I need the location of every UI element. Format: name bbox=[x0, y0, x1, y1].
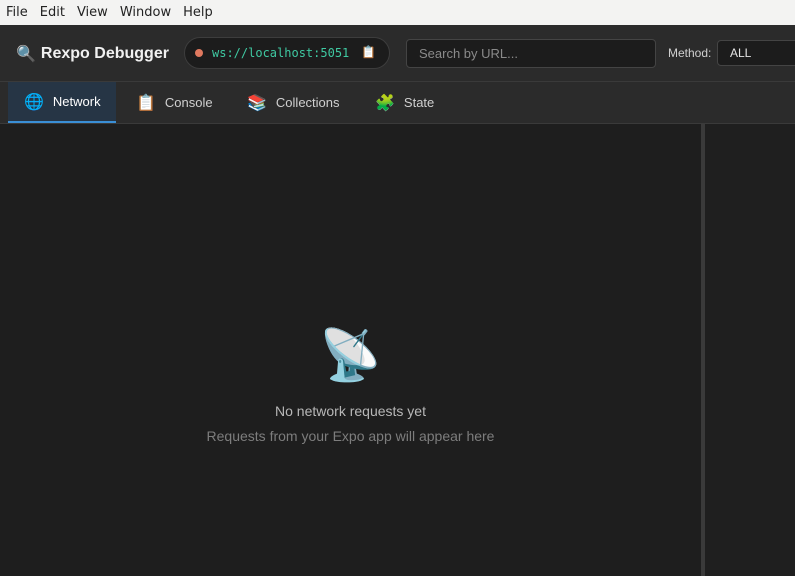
clipboard-icon: 📋 bbox=[136, 94, 156, 112]
empty-state-title: No network requests yet bbox=[275, 403, 426, 419]
app-title: Rexpo Debugger bbox=[40, 45, 169, 62]
menu-help[interactable]: Help bbox=[183, 5, 213, 20]
puzzle-icon: 🧩 bbox=[375, 94, 395, 112]
empty-state-subtitle: Requests from your Expo app will appear … bbox=[206, 428, 495, 444]
toolbar: 🔍 Rexpo Debugger ws://localhost:5051 📋 M… bbox=[0, 25, 795, 82]
tab-label: Collections bbox=[275, 95, 340, 110]
tab-bar: 🌐 Network 📋 Console 📚 Collections 🧩 Stat… bbox=[0, 82, 795, 124]
method-filter-label: Method: bbox=[668, 46, 712, 60]
tab-label: Console bbox=[164, 95, 213, 110]
tab-state[interactable]: 🧩 State bbox=[375, 82, 455, 123]
satellite-dish-icon: 📡 bbox=[319, 327, 382, 383]
globe-icon: 🌐 bbox=[24, 93, 44, 111]
menu-edit[interactable]: Edit bbox=[40, 5, 65, 20]
connection-url: ws://localhost:5051 bbox=[212, 46, 350, 60]
menu-window[interactable]: Window bbox=[120, 5, 171, 20]
menu-bar: File Edit View Window Help bbox=[0, 0, 795, 25]
tab-label: State bbox=[403, 95, 435, 110]
details-pane bbox=[705, 124, 795, 576]
search-input[interactable] bbox=[406, 39, 656, 68]
books-icon: 📚 bbox=[247, 94, 267, 112]
tab-console[interactable]: 📋 Console bbox=[136, 82, 236, 123]
app-brand: 🔍 Rexpo Debugger bbox=[16, 44, 169, 64]
method-filter-select[interactable]: ALL bbox=[717, 40, 795, 66]
method-filter-value: ALL bbox=[730, 46, 752, 60]
clipboard-icon[interactable]: 📋 bbox=[361, 45, 376, 59]
connection-pill: ws://localhost:5051 📋 bbox=[184, 37, 390, 69]
connection-status-dot bbox=[195, 49, 203, 57]
tab-network[interactable]: 🌐 Network bbox=[8, 82, 116, 123]
tab-collections[interactable]: 📚 Collections bbox=[247, 82, 362, 123]
magnifier-icon: 🔍 bbox=[16, 46, 36, 63]
menu-file[interactable]: File bbox=[6, 5, 28, 20]
tab-label: Network bbox=[52, 94, 101, 109]
menu-view[interactable]: View bbox=[77, 5, 108, 20]
